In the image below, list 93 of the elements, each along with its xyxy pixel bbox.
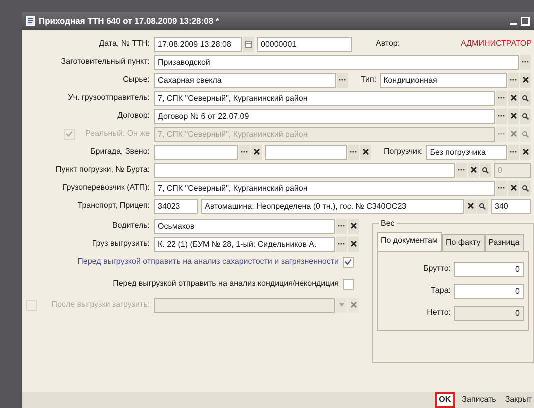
field-label: Бригада, Звено:: [90, 146, 150, 158]
search-icon: [522, 130, 529, 138]
field-label: Грузоперевозчик (АТП):: [62, 182, 150, 194]
close-icon: [362, 149, 368, 155]
tab[interactable]: По факту: [442, 234, 485, 251]
clear-button[interactable]: [508, 108, 519, 124]
field-label: Уч. грузоотправитель:: [68, 92, 150, 104]
search-button[interactable]: [480, 162, 491, 178]
clear-button[interactable]: [348, 236, 359, 252]
search-icon: [522, 112, 529, 120]
clear-button[interactable]: [465, 198, 476, 214]
search-icon: [522, 94, 529, 102]
clear-button[interactable]: [520, 72, 531, 88]
field-label: Груз выгрузить:: [92, 238, 150, 250]
text-field[interactable]: Осьмаков: [154, 218, 335, 234]
text-field[interactable]: К. 22 (1) (БУМ № 28, 1-ый: Сидельников А.: [154, 236, 335, 252]
text-field[interactable]: Сахарная свекла: [154, 72, 336, 88]
field-label: Тара:: [430, 285, 451, 297]
clear-button[interactable]: [508, 180, 519, 196]
text-field[interactable]: Без погрузчика: [426, 144, 507, 160]
close-icon: [510, 185, 516, 191]
window-title: Приходная ТТН 640 от 17.08.2009 13:28:08 *: [39, 14, 220, 28]
text-field[interactable]: [154, 144, 238, 160]
field-label: Погрузчик:: [384, 146, 424, 158]
text-field[interactable]: [265, 144, 347, 160]
field-label: Брутто:: [423, 263, 451, 275]
checkbox[interactable]: [343, 256, 354, 268]
maximize-icon[interactable]: [521, 14, 530, 28]
checkbox-label: После выгрузки загрузить:: [52, 299, 150, 311]
close-icon: [522, 149, 528, 155]
choose-button[interactable]: [337, 72, 348, 88]
close-icon: [510, 95, 516, 101]
check-icon: [66, 131, 73, 137]
text-field[interactable]: Автомашина: Неопределена (0 тн.), гос. № С340ОС23: [201, 198, 464, 214]
author-name: АДМИНИСТРАТОР: [461, 38, 532, 50]
document-icon: [26, 16, 35, 26]
text-field[interactable]: 7, СПК "Северный", Курганинский район: [154, 90, 495, 106]
close-icon: [522, 77, 528, 83]
clear-button[interactable]: [348, 218, 359, 234]
calendar-button[interactable]: [243, 36, 254, 52]
search-icon: [522, 184, 529, 192]
number-field[interactable]: 0: [454, 284, 524, 298]
close-icon: [468, 203, 474, 209]
field-label: Нетто:: [427, 307, 451, 319]
footer-button[interactable]: Закрыт: [503, 394, 534, 406]
clear-button[interactable]: [468, 162, 479, 178]
search-button[interactable]: [520, 90, 531, 106]
field-label: Транспорт, Прицеп:: [78, 200, 150, 212]
checkbox-label: Перед выгрузкой отправить на анализ кондиция/некондиция: [113, 278, 339, 290]
checkbox-label: Перед выгрузкой отправить на анализ сахаристости и загрязненности: [78, 256, 339, 268]
close-icon: [350, 223, 356, 229]
clear-button[interactable]: [508, 90, 519, 106]
tab[interactable]: Разница: [484, 234, 524, 251]
tab[interactable]: По документам: [377, 232, 442, 251]
clear-button[interactable]: [251, 144, 262, 160]
field-label: Тип:: [361, 74, 377, 86]
close-icon: [350, 241, 356, 247]
text-field[interactable]: [154, 162, 455, 178]
caret-icon: [338, 303, 344, 307]
search-icon: [482, 166, 489, 174]
field-label: Пункт погрузки, № Бурта:: [56, 164, 150, 176]
number-field[interactable]: 0: [454, 262, 524, 276]
clear-button[interactable]: [360, 144, 371, 160]
field-label: Заготовительный пункт:: [61, 56, 150, 68]
close-icon: [254, 149, 260, 155]
text-field[interactable]: Договор № 6 от 22.07.09: [154, 108, 495, 124]
close-icon: [470, 167, 476, 173]
calendar-icon: [245, 40, 252, 48]
close-icon: [510, 131, 516, 137]
search-icon: [479, 202, 486, 210]
text-field[interactable]: 340: [491, 198, 531, 214]
footer-button[interactable]: Записать: [460, 394, 498, 406]
ok-button[interactable]: OK: [435, 392, 456, 408]
close-icon: [510, 113, 516, 119]
author-label: Автор:: [376, 38, 400, 50]
search-button[interactable]: [520, 180, 531, 196]
search-button[interactable]: [477, 198, 488, 214]
field-label: Дата, № ТТН:: [99, 38, 150, 50]
number-field[interactable]: 00000001: [257, 36, 352, 52]
search-button[interactable]: [520, 108, 531, 124]
text-field[interactable]: Кондиционная: [380, 72, 507, 88]
field-label: Сырье:: [123, 74, 150, 86]
clear-button[interactable]: [520, 144, 531, 160]
checkbox[interactable]: [343, 278, 354, 290]
field-label: Реальный: Он же: [86, 128, 150, 140]
close-icon: [350, 302, 356, 308]
check-icon: [345, 259, 352, 265]
field-label: Водитель:: [112, 220, 150, 232]
date-field[interactable]: 17.08.2009 13:28:08: [154, 36, 242, 52]
field-label: Договор:: [118, 110, 150, 122]
text-field[interactable]: 34023: [154, 198, 198, 214]
text-field[interactable]: Призаводской: [154, 54, 519, 70]
text-field[interactable]: 7, СПК "Северный", Курганинский район: [154, 180, 495, 196]
